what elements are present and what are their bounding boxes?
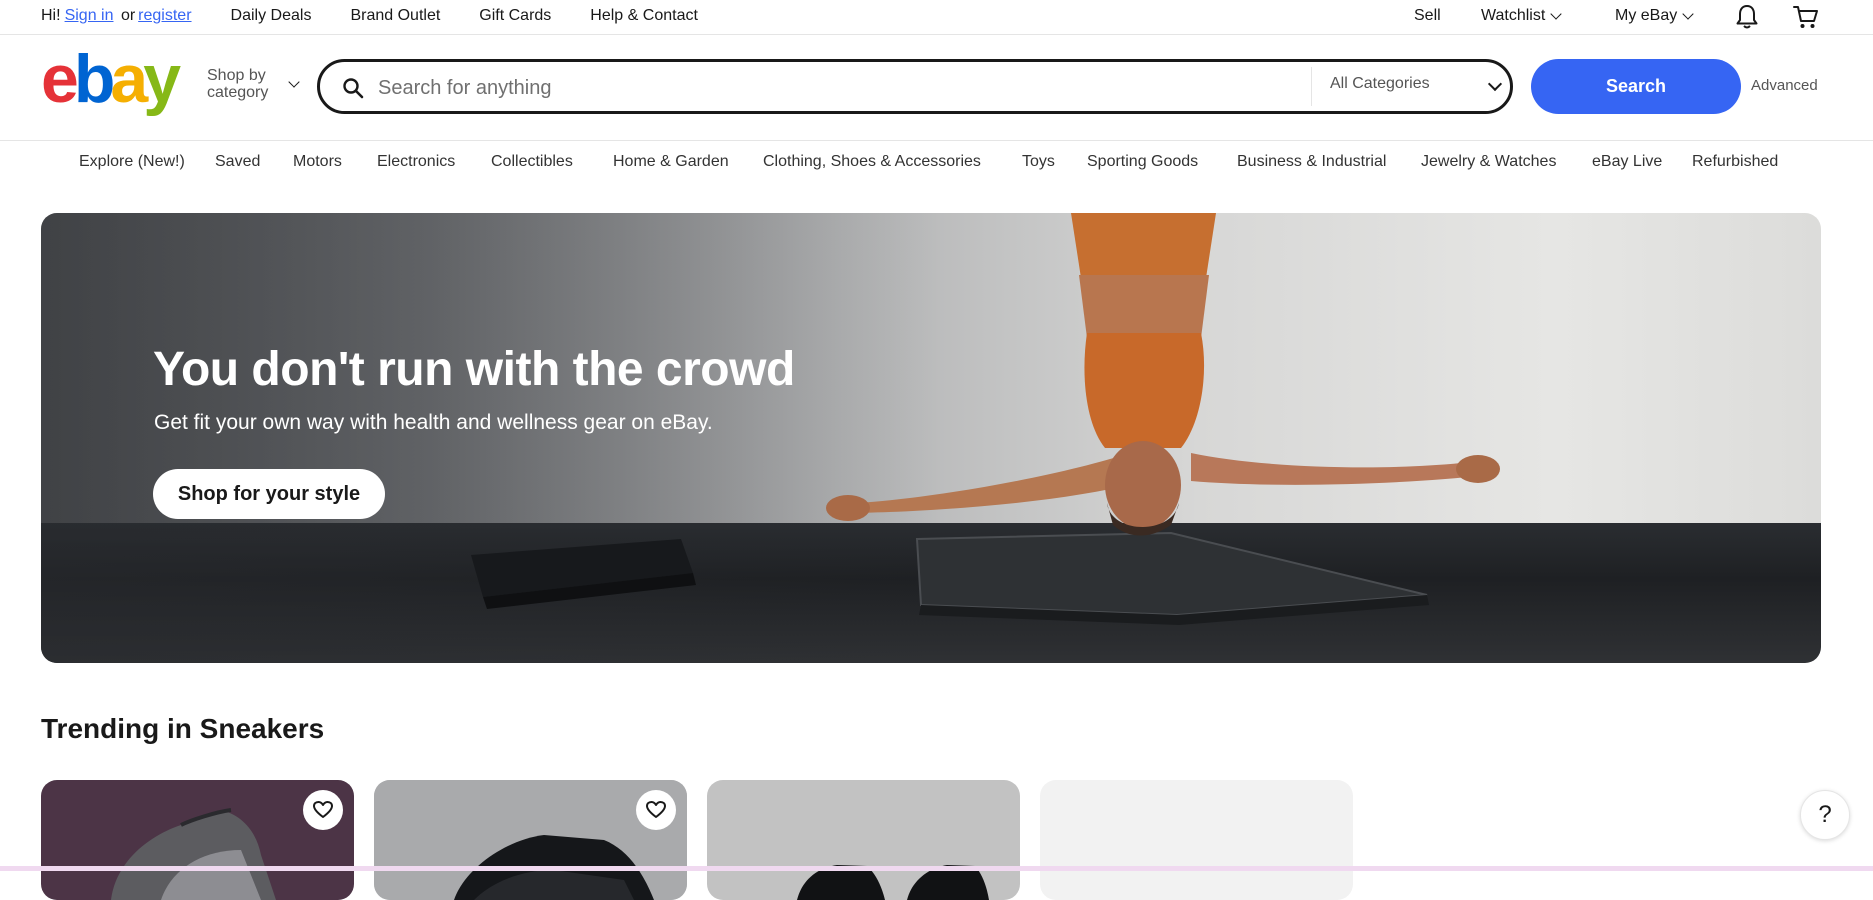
sneaker-card[interactable] (707, 780, 1020, 900)
shop-by-category-button[interactable]: Shop by category (207, 67, 300, 101)
search-divider (1311, 67, 1312, 106)
watchlist-label: Watchlist (1481, 7, 1546, 24)
sell-link[interactable]: Sell (1414, 7, 1441, 25)
nav-item-ebay-live[interactable]: eBay Live (1592, 153, 1662, 171)
category-nav: Explore (New!) Saved Motors Electronics … (0, 140, 1873, 184)
heart-icon (313, 801, 333, 818)
favorite-button[interactable] (636, 790, 676, 830)
cart-icon[interactable] (1793, 4, 1819, 30)
nav-item-electronics[interactable]: Electronics (377, 153, 455, 171)
nav-item-refurbished[interactable]: Refurbished (1692, 153, 1778, 171)
search-input[interactable] (376, 70, 1280, 106)
nav-item-collectibles[interactable]: Collectibles (491, 153, 573, 171)
nav-item-toys[interactable]: Toys (1022, 153, 1055, 171)
nav-item-business[interactable]: Business & Industrial (1237, 153, 1386, 171)
sneaker-image (797, 865, 989, 900)
advanced-search-link[interactable]: Advanced (1751, 77, 1818, 94)
top-right-links: Sell Watchlist My eBay (0, 4, 1873, 30)
page-bottom-edge (0, 866, 1873, 871)
sneaker-card[interactable] (41, 780, 354, 900)
help-button[interactable]: ? (1800, 790, 1850, 840)
sneaker-card[interactable] (374, 780, 687, 900)
search-button[interactable]: Search (1531, 59, 1741, 114)
bell-icon[interactable] (1735, 4, 1759, 30)
help-icon: ? (1818, 801, 1832, 828)
nav-item-explore[interactable]: Explore (New!) (79, 153, 185, 171)
chevron-down-icon (1682, 8, 1694, 20)
nav-item-motors[interactable]: Motors (293, 153, 342, 171)
shop-by-line1: Shop by (207, 67, 266, 84)
category-select[interactable]: All Categories (1330, 75, 1430, 93)
hero-title: You don't run with the crowd (153, 343, 795, 396)
sneaker-card[interactable] (1040, 780, 1353, 900)
sell-label: Sell (1414, 7, 1441, 24)
chevron-down-icon (1550, 8, 1562, 20)
hero-subtitle: Get fit your own way with health and wel… (154, 411, 713, 434)
watchlist-menu[interactable]: Watchlist (1481, 7, 1562, 25)
favorite-button[interactable] (303, 790, 343, 830)
my-ebay-label: My eBay (1615, 7, 1678, 24)
top-utility-bar: Hi! Sign in or register Daily Deals Brand … (0, 0, 1873, 35)
ebay-logo[interactable]: ebay (41, 50, 187, 116)
nav-item-jewelry[interactable]: Jewelry & Watches (1421, 153, 1556, 171)
nav-item-sporting-goods[interactable]: Sporting Goods (1087, 153, 1198, 171)
svg-text:ebay: ebay (41, 50, 181, 116)
hero-photo-athlete (471, 213, 1500, 625)
shop-for-your-style-button[interactable]: Shop for your style (153, 469, 385, 519)
nav-item-clothing[interactable]: Clothing, Shoes & Accessories (763, 153, 981, 171)
shop-by-line2: category (207, 84, 269, 101)
chevron-down-icon[interactable] (1487, 76, 1503, 92)
hero-banner[interactable]: You don't run with the crowd Get fit you… (41, 213, 1821, 663)
chevron-down-icon (288, 76, 300, 88)
nav-item-home-garden[interactable]: Home & Garden (613, 153, 729, 171)
search-bar: All Categories (317, 59, 1513, 114)
my-ebay-menu[interactable]: My eBay (1615, 7, 1694, 25)
section-title: Trending in Sneakers (41, 713, 325, 744)
logo-letter-b: b (74, 50, 113, 116)
heart-icon (646, 801, 666, 818)
logo-letter-y: y (143, 50, 181, 116)
search-icon (343, 78, 364, 99)
logo-letter-e: e (41, 50, 77, 116)
nav-item-saved[interactable]: Saved (215, 153, 260, 171)
